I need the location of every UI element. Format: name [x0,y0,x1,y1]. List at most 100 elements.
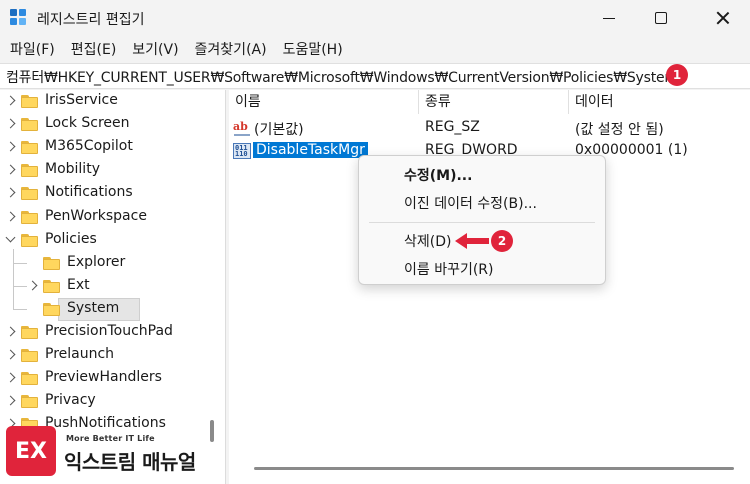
address-bar[interactable]: 컴퓨터₩HKEY_CURRENT_USER₩Software₩Microsoft… [0,63,750,89]
chevron-right-icon[interactable] [6,396,16,406]
binary-value-icon: 011 110 [233,143,251,159]
chevron-right-icon[interactable] [6,165,16,175]
column-header-data[interactable]: 데이터 [569,90,750,114]
tree-item-notifications[interactable]: Notifications [0,182,206,205]
menu-edit[interactable]: 편집(E) [65,38,123,62]
chevron-right-icon[interactable] [6,188,16,198]
value-name: (기본값) [254,122,304,138]
value-data: (값 설정 안 됨) [575,122,664,138]
folder-icon [21,349,38,363]
tree-guide-line [13,285,27,287]
tree-item-lock-screen[interactable]: Lock Screen [0,113,206,136]
tree-item-label: PenWorkspace [45,207,147,224]
close-button[interactable] [700,0,746,36]
menu-view[interactable]: 보기(V) [126,38,184,62]
folder-icon [21,233,38,247]
minimize-icon [603,17,615,19]
column-header-name[interactable]: 이름 [229,90,419,114]
chevron-down-icon[interactable] [6,235,16,245]
pointer-arrow-icon [455,233,489,249]
folder-icon [21,118,38,132]
tree-item-label: Explorer [67,253,126,270]
tree-item-previewhandlers[interactable]: PreviewHandlers [0,367,206,390]
tree-item-precisiontouchpad[interactable]: PrecisionTouchPad [0,321,206,344]
key-tree-pane[interactable]: IrisService Lock Screen M365Copilot Mobilit… [0,90,226,484]
column-header-type[interactable]: 종류 [419,90,569,114]
chevron-right-icon[interactable] [6,327,16,337]
tree-item-label: Notifications [45,184,133,201]
tree-item-label: PreviewHandlers [45,369,162,386]
tree-item-m365copilot[interactable]: M365Copilot [0,136,206,159]
folder-icon [21,326,38,339]
maximize-icon [655,12,667,24]
value-name: DisableTaskMgr [253,142,368,158]
tree-item-label: M365Copilot [45,138,133,155]
context-item-rename[interactable]: 이름 바꾸기(R) [359,256,605,284]
tree-item-label: PrecisionTouchPad [45,323,173,339]
menu-bar: 파일(F) 편집(E) 보기(V) 즐겨찾기(A) 도움말(H) [0,38,750,62]
value-type: REG_SZ [425,119,480,135]
chevron-right-icon[interactable] [6,373,16,383]
context-menu: 수정(M)... 이진 데이터 수정(B)... 삭제(D) 이름 바꾸기(R) [358,155,606,285]
tree-item-policies[interactable]: Policies [0,229,206,252]
tree-item-explorer[interactable]: Explorer [0,252,206,275]
step-badge-1: 1 [666,64,688,86]
chevron-right-icon[interactable] [6,350,16,360]
folder-icon [21,210,38,224]
folder-icon [21,164,38,178]
menu-help[interactable]: 도움말(H) [277,38,349,62]
chevron-right-icon[interactable] [6,96,16,106]
tree-item-label: IrisService [45,92,118,108]
folder-icon [21,95,38,108]
chevron-right-icon[interactable] [6,142,16,152]
folder-icon [21,141,38,155]
tree-item-label: Policies [45,230,97,247]
menu-favorites[interactable]: 즐겨찾기(A) [189,38,273,62]
value-row[interactable]: ab (기본값) REG_SZ (값 설정 안 됨) [229,117,750,140]
tree-item-label: Privacy [45,392,96,409]
context-item-modify-binary[interactable]: 이진 데이터 수정(B)... [359,190,605,218]
tree-guide-line [13,262,27,264]
maximize-button[interactable] [638,0,684,36]
tree-item-irisservice[interactable]: IrisService [0,90,206,113]
folder-icon [21,372,38,386]
tree-item-system[interactable]: System [0,297,206,321]
step-badge-2: 2 [491,230,513,252]
registry-editor-icon [10,9,28,27]
tree-item-label: Ext [67,276,90,293]
chevron-right-icon[interactable] [6,212,16,222]
chevron-right-icon[interactable] [28,281,38,291]
tree-item-penworkspace[interactable]: PenWorkspace [0,206,206,229]
registry-editor-window: 레지스트리 편집기 파일(F) 편집(E) 보기(V) 즐겨찾기(A) 도움말(… [0,0,750,484]
tree-item-prelaunch[interactable]: Prelaunch [0,344,206,367]
minimize-button[interactable] [586,0,632,36]
values-pane[interactable]: 이름 종류 데이터 ab (기본값) REG_SZ (값 설정 안 됨) 011… [229,90,750,484]
title-bar: 레지스트리 편집기 [0,0,750,36]
tree-guide-line [13,308,27,310]
context-item-modify[interactable]: 수정(M)... [359,162,605,190]
tree-item-label: Prelaunch [45,346,115,363]
string-value-icon: ab [233,120,251,136]
tree-item-label: Mobility [45,161,100,178]
tree-item-mobility[interactable]: Mobility [0,159,206,182]
context-separator [369,222,595,223]
tree-item-ext[interactable]: Ext [0,275,206,298]
tree-guide-line [13,248,14,310]
watermark-tagline: More Better IT Life [66,434,155,443]
window-title: 레지스트리 편집기 [37,12,145,28]
folder-icon [43,302,60,316]
folder-icon [43,256,60,270]
binary-value-icon-text: 011 110 [235,144,248,158]
menu-file[interactable]: 파일(F) [4,38,61,62]
chevron-right-icon[interactable] [6,119,16,129]
watermark-name: 익스트림 매뉴얼 [64,450,196,474]
close-icon [716,11,730,25]
tree-item-label: System [67,299,120,316]
watermark-logo: EX More Better IT Life 익스트림 매뉴얼 [6,426,216,478]
tree-item-privacy[interactable]: Privacy [0,390,206,413]
watermark-logo-mark: EX [6,426,56,476]
tree-item-label: Lock Screen [45,115,130,132]
horizontal-scrollbar[interactable] [254,467,734,470]
folder-icon [21,187,38,201]
address-path[interactable]: 컴퓨터₩HKEY_CURRENT_USER₩Software₩Microsoft… [6,67,678,87]
